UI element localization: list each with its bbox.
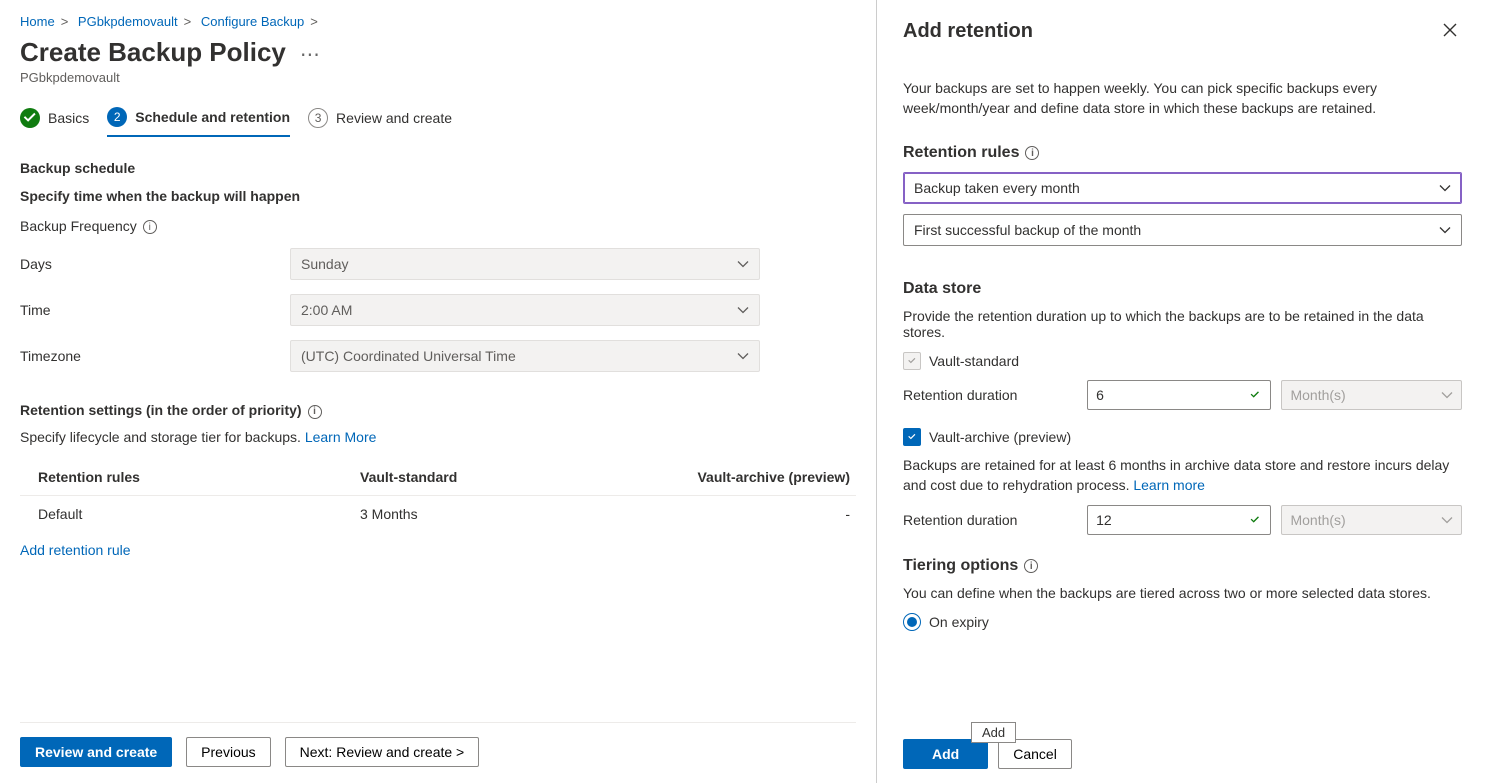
info-icon[interactable]: i [308, 405, 322, 419]
breadcrumb: Home> PGbkpdemovault> Configure Backup> [20, 14, 856, 29]
data-store-heading: Data store [903, 280, 1462, 298]
col-vault-archive: Vault-archive (preview) [660, 469, 856, 485]
retention-duration-label: Retention duration [903, 387, 1077, 403]
retention-unit-std-select[interactable]: Month(s) [1281, 380, 1462, 410]
backup-frequency-label: Backup Frequencyi [20, 218, 290, 234]
chevron-down-icon [1441, 514, 1453, 526]
days-label: Days [20, 256, 290, 272]
backup-schedule-heading: Backup schedule [20, 160, 856, 176]
panel-title: Add retention [903, 20, 1033, 43]
step-number-icon: 3 [308, 108, 328, 128]
retention-duration-arc-input[interactable]: 12 [1087, 505, 1271, 535]
tiering-options-description: You can define when the backups are tier… [903, 585, 1462, 601]
time-select[interactable]: 2:00 AM [290, 294, 760, 326]
page-title: Create Backup Policy [20, 37, 286, 68]
more-menu-icon[interactable]: ⋯ [300, 42, 322, 67]
chevron-down-icon [1439, 182, 1451, 194]
timezone-label: Timezone [20, 348, 290, 364]
chevron-down-icon [737, 258, 749, 270]
radio-icon [903, 613, 921, 631]
time-label: Time [20, 302, 290, 318]
retention-settings-sub: Specify lifecycle and storage tier for b… [20, 429, 856, 445]
backup-schedule-sub: Specify time when the backup will happen [20, 188, 856, 204]
info-icon[interactable]: i [1025, 146, 1039, 160]
breadcrumb-home[interactable]: Home [20, 14, 55, 29]
step-basics[interactable]: Basics [20, 107, 89, 137]
page-subtitle: PGbkpdemovault [20, 70, 856, 85]
check-icon [1248, 388, 1262, 402]
retention-unit-arc-select[interactable]: Month(s) [1281, 505, 1462, 535]
info-icon[interactable]: i [143, 220, 157, 234]
timezone-select[interactable]: (UTC) Coordinated Universal Time [290, 340, 760, 372]
col-vault-standard: Vault-standard [360, 469, 660, 485]
vault-archive-checkbox[interactable] [903, 428, 921, 446]
chevron-down-icon [737, 304, 749, 316]
retention-duration-label: Retention duration [903, 512, 1077, 528]
review-create-button[interactable]: Review and create [20, 737, 172, 767]
chevron-down-icon [1439, 224, 1451, 236]
retention-subrule-dropdown[interactable]: First successful backup of the month [903, 214, 1462, 246]
step-review-create[interactable]: 3 Review and create [308, 107, 452, 137]
retention-duration-std-input[interactable]: 6 [1087, 380, 1271, 410]
col-retention-rules: Retention rules [20, 469, 360, 485]
breadcrumb-configure[interactable]: Configure Backup [201, 14, 304, 29]
info-icon[interactable]: i [1024, 559, 1038, 573]
step-schedule-retention[interactable]: 2 Schedule and retention [107, 107, 290, 137]
vault-standard-checkbox [903, 352, 921, 370]
chevron-down-icon [737, 350, 749, 362]
retention-rule-dropdown[interactable]: Backup taken every month [903, 172, 1462, 204]
retention-table: Retention rules Vault-standard Vault-arc… [20, 459, 856, 532]
tiering-options-heading: Tiering optionsi [903, 557, 1462, 575]
on-expiry-radio[interactable]: On expiry [903, 613, 1462, 631]
breadcrumb-vault[interactable]: PGbkpdemovault [78, 14, 178, 29]
check-icon [1248, 513, 1262, 527]
add-retention-rule-link[interactable]: Add retention rule [20, 542, 856, 558]
vault-archive-note: Backups are retained for at least 6 mont… [903, 456, 1462, 495]
check-circle-icon [20, 108, 40, 128]
days-select[interactable]: Sunday [290, 248, 760, 280]
add-tooltip: Add [971, 722, 1016, 743]
cancel-button[interactable]: Cancel [998, 739, 1072, 769]
data-store-description: Provide the retention duration up to whi… [903, 308, 1462, 340]
vault-archive-label: Vault-archive (preview) [929, 429, 1071, 445]
panel-footer: Add Add Cancel [903, 729, 1462, 783]
learn-more-link[interactable]: Learn more [1133, 477, 1205, 493]
wizard-footer: Review and create Previous Next: Review … [20, 722, 856, 783]
retention-rules-heading: Retention rulesi [903, 144, 1462, 162]
learn-more-link[interactable]: Learn More [305, 429, 377, 445]
vault-standard-label: Vault-standard [929, 353, 1019, 369]
step-number-icon: 2 [107, 107, 127, 127]
previous-button[interactable]: Previous [186, 737, 270, 767]
retention-settings-heading: Retention settings (in the order of prio… [20, 402, 856, 418]
close-icon[interactable] [1438, 20, 1462, 40]
next-button[interactable]: Next: Review and create > [285, 737, 480, 767]
table-row: Default 3 Months - [20, 495, 856, 532]
wizard-stepper: Basics 2 Schedule and retention 3 Review… [20, 107, 856, 138]
chevron-down-icon [1441, 389, 1453, 401]
add-retention-panel: Add retention Your backups are set to ha… [876, 0, 1488, 783]
add-button[interactable]: Add [903, 739, 988, 769]
panel-description: Your backups are set to happen weekly. Y… [903, 79, 1462, 118]
